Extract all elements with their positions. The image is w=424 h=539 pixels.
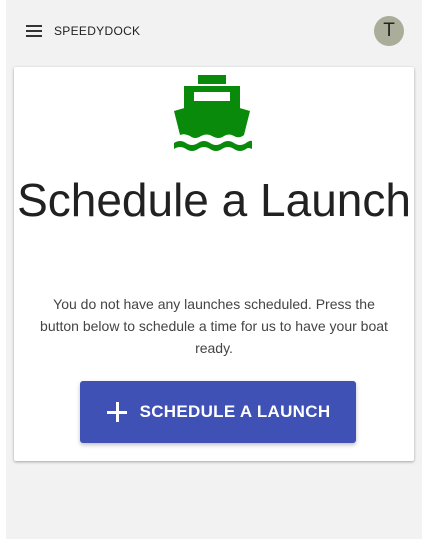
empty-state-description: You do not have any launches scheduled. … — [40, 296, 388, 356]
avatar[interactable]: T — [374, 16, 404, 46]
app-bar: SPEEDYDOCK T — [6, 0, 422, 62]
directions-boat-icon — [174, 75, 252, 151]
launch-card: Schedule a Launch You do not have any la… — [14, 67, 414, 461]
menu-icon[interactable] — [26, 25, 42, 37]
app-title: SPEEDYDOCK — [54, 24, 141, 38]
schedule-launch-button[interactable]: SCHEDULE A LAUNCH — [80, 381, 356, 443]
schedule-launch-button-label: SCHEDULE A LAUNCH — [139, 402, 331, 421]
plus-icon — [106, 401, 128, 423]
page-heading: Schedule a Launch — [17, 174, 411, 226]
app-frame: SPEEDYDOCK T Schedule a Launch You do no… — [6, 0, 422, 539]
